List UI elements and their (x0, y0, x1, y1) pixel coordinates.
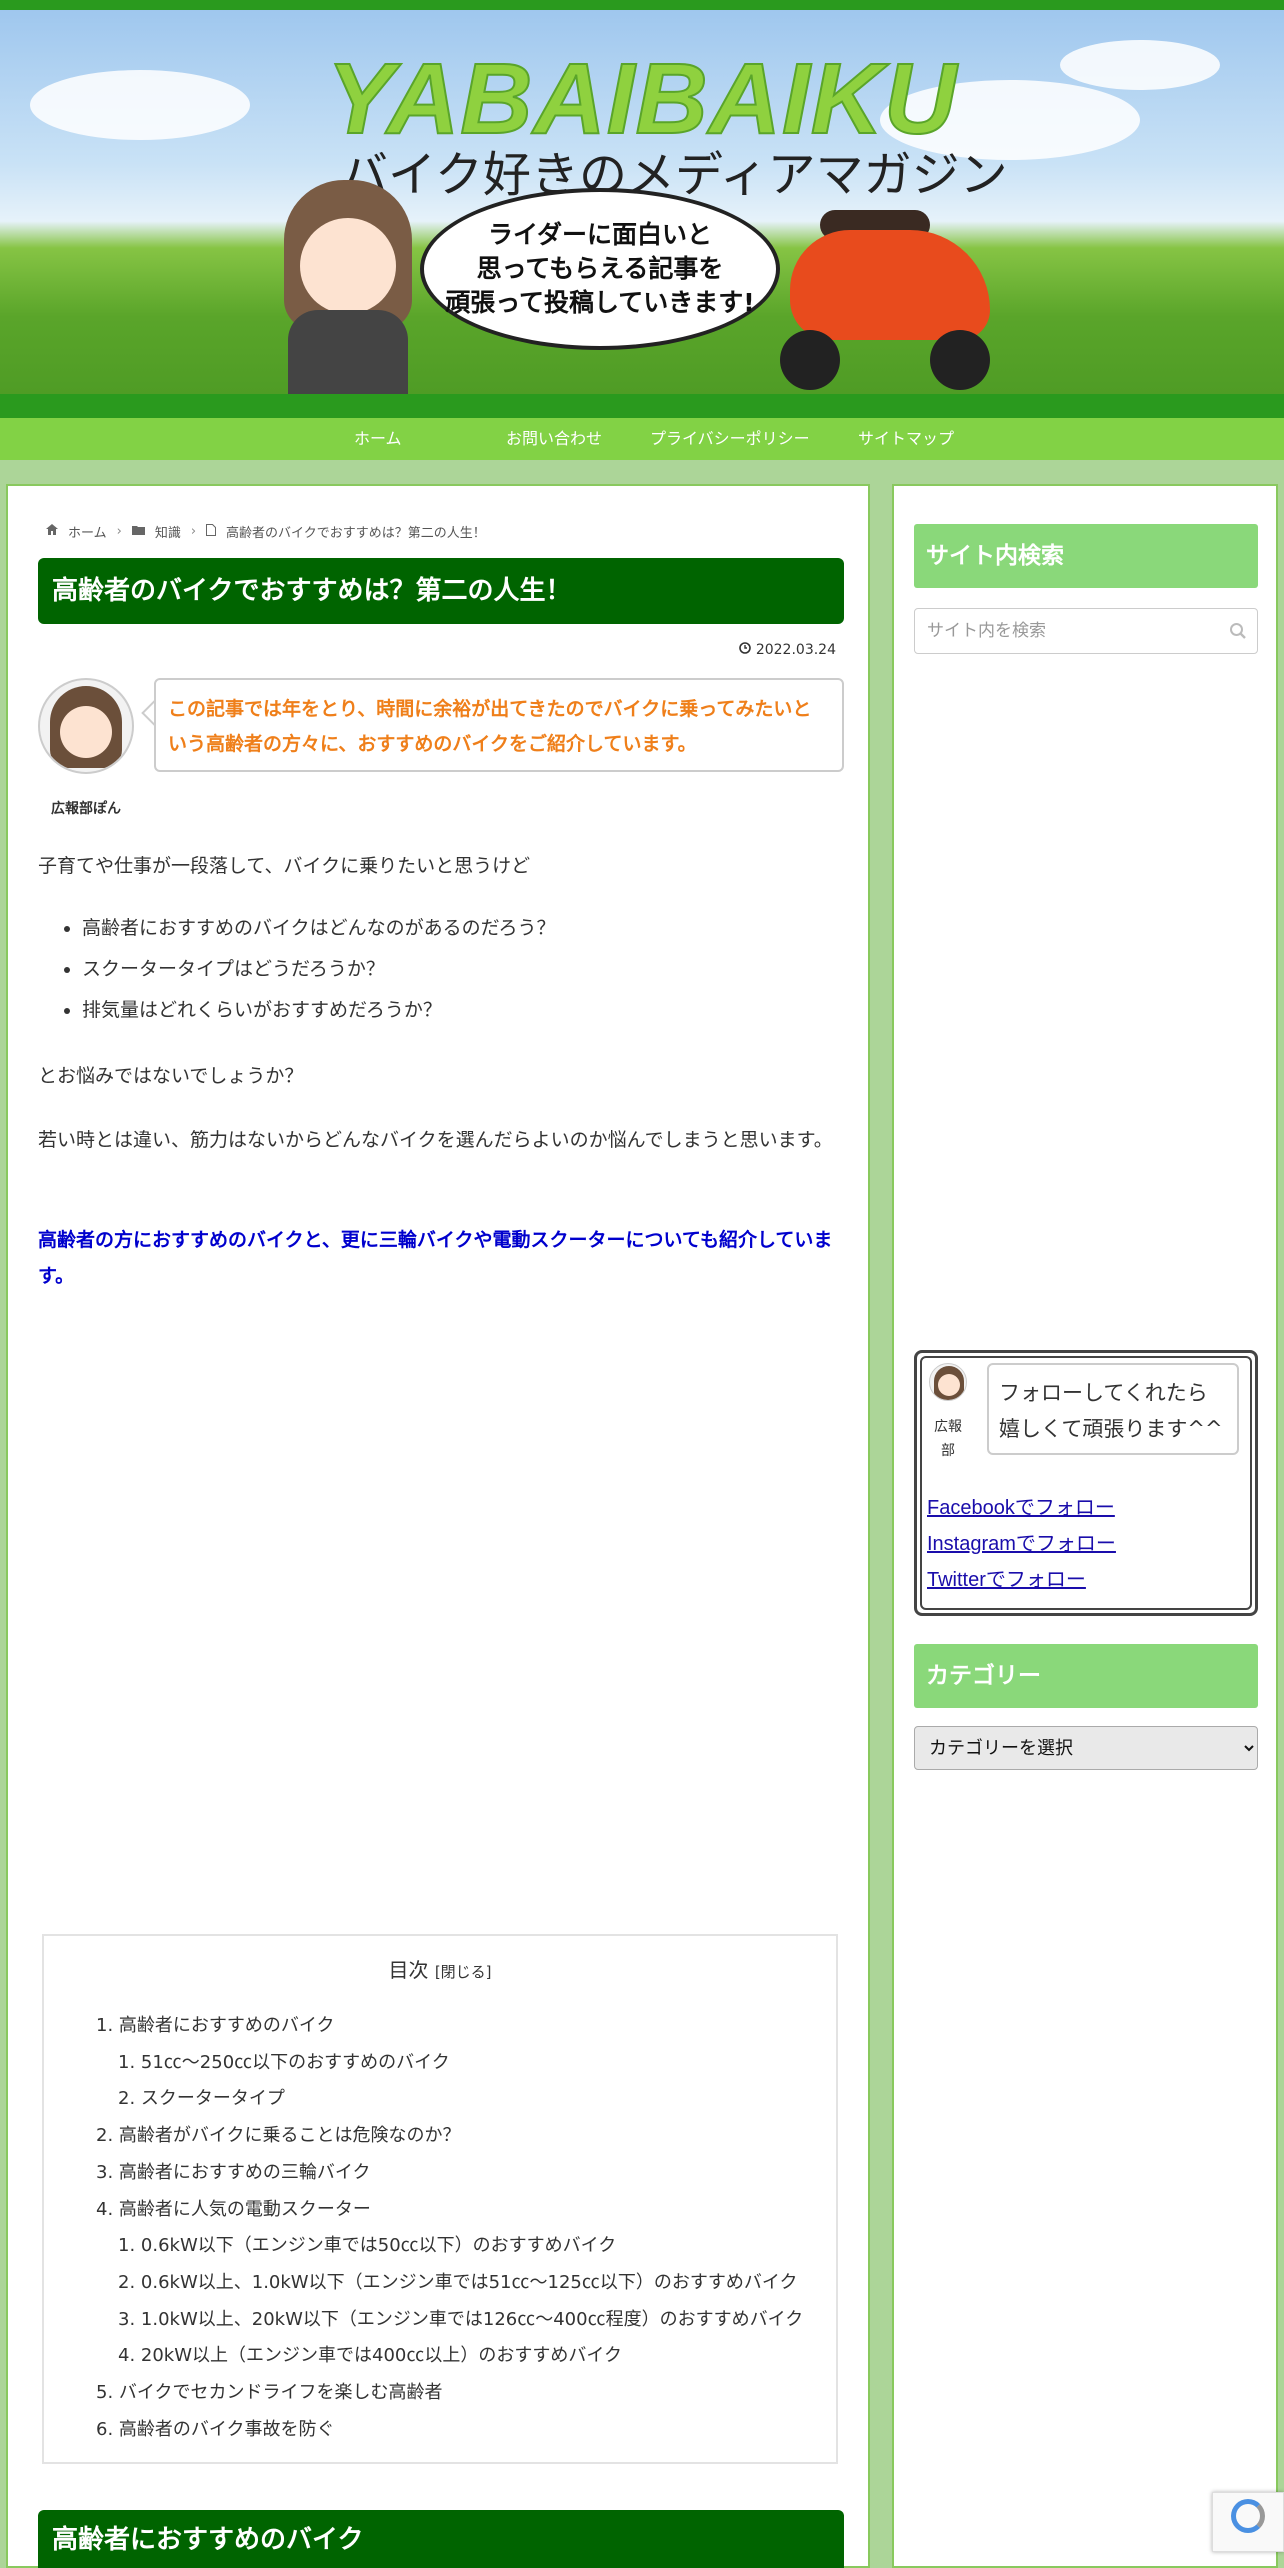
sidebar: サイト内検索 広報部 フォローしてくれたら嬉しくて頑張ります^^ Faceboo… (892, 484, 1278, 2568)
folder-icon (131, 524, 145, 539)
highlight-paragraph: 高齢者の方におすすめのバイクと、更に三輪バイクや電動スクーターについても紹介して… (38, 1229, 833, 1287)
toc-item[interactable]: 3. 高齢者におすすめの三輪バイク (96, 2155, 803, 2192)
mascot-girl-illustration (278, 180, 418, 394)
main-content: ホーム › 知識 › 高齢者のバイクでおすすめは？第二の人生！ 高齢者のバイクで… (6, 484, 870, 2568)
nav-item-home[interactable]: ホーム (354, 418, 402, 460)
category-widget-heading: カテゴリー (914, 1644, 1258, 1708)
global-nav: ホーム お問い合わせ プライバシーポリシー サイトマップ (0, 418, 1284, 460)
breadcrumb-home-link[interactable]: ホーム (68, 522, 107, 541)
clock-icon (739, 642, 755, 658)
breadcrumb-current: 高齢者のバイクでおすすめは？第二の人生！ (226, 526, 486, 541)
author-name: 広報部ぽん (51, 801, 121, 817)
author-avatar (38, 678, 134, 774)
nav-item-contact[interactable]: お問い合わせ (506, 418, 602, 460)
list-item: 高齢者におすすめのバイクはどんなのがあるのだろう？ (82, 908, 555, 949)
toc-item[interactable]: 4. 高齢者に人気の電動スクーター (96, 2192, 803, 2229)
bubble-line: 頑張って投稿していきます! (445, 288, 755, 317)
recaptcha-icon (1231, 2499, 1265, 2533)
intro-speech-bubble: この記事では年をとり、時間に余裕が出てきたのでバイクに乗ってみたいという高齢者の… (154, 678, 844, 772)
nav-item-sitemap[interactable]: サイトマップ (858, 418, 954, 460)
top-strip (0, 0, 1284, 10)
document-icon (206, 523, 217, 540)
toc-toggle-button[interactable]: [閉じる] (435, 1963, 492, 1981)
follow-author-name: 広報部 (934, 1419, 962, 1459)
breadcrumb: ホーム › 知識 › 高齢者のバイクでおすすめは？第二の人生！ (46, 522, 486, 541)
instagram-follow-link[interactable]: Instagramでフォロー (927, 1527, 1116, 1556)
chevron-right-icon: › (190, 524, 197, 539)
chevron-right-icon: › (116, 524, 122, 539)
follow-speech-bubble: フォローしてくれたら嬉しくて頑張ります^^ (987, 1363, 1239, 1455)
home-icon (46, 524, 58, 539)
table-of-contents: 目次 [閉じる] 1. 高齢者におすすめのバイク 1. 51㏄～250㏄以下のお… (42, 1934, 838, 2464)
toc-item[interactable]: 1. 0.6kW以下（エンジン車では50㏄以下）のおすすめバイク (96, 2228, 803, 2265)
article-title: 高齢者のバイクでおすすめは？第二の人生！ (38, 558, 844, 624)
post-date: 2022.03.24 (739, 642, 836, 658)
search-widget-heading: サイト内検索 (914, 524, 1258, 588)
toc-item[interactable]: 2. 0.6kW以上、1.0kW以下（エンジン車では51㏄～125㏄以下）のおす… (96, 2265, 803, 2302)
list-item: スクータータイプはどうだろうか？ (82, 949, 555, 990)
paragraph: 若い時とは違い、筋力はないからどんなバイクを選んだらよいのか悩んでしまうと思いま… (38, 1129, 833, 1151)
breadcrumb-category-link[interactable]: 知識 (155, 522, 181, 541)
section-heading: 高齢者におすすめのバイク (38, 2510, 844, 2568)
toc-item[interactable]: 2. スクータータイプ (96, 2081, 803, 2118)
list-item: 排気量はどれくらいがおすすめだろうか？ (82, 990, 555, 1031)
follow-widget: 広報部 フォローしてくれたら嬉しくて頑張ります^^ Facebookでフォロー … (914, 1350, 1258, 1616)
toc-item[interactable]: 5. バイクでセカンドライフを楽しむ高齢者 (96, 2375, 803, 2412)
toc-item[interactable]: 2. 高齢者がバイクに乗ることは危険なのか？ (96, 2118, 803, 2155)
facebook-follow-link[interactable]: Facebookでフォロー (927, 1491, 1115, 1520)
toc-item[interactable]: 6. 高齢者のバイク事故を防ぐ (96, 2412, 803, 2449)
follow-avatar (929, 1363, 967, 1401)
toc-item[interactable]: 1. 51㏄～250㏄以下のおすすめのバイク (96, 2045, 803, 2082)
bubble-line: 思ってもらえる記事を (476, 254, 724, 283)
question-list: 高齢者におすすめのバイクはどんなのがあるのだろう？ スクータータイプはどうだろう… (82, 908, 555, 1031)
toc-item[interactable]: 3. 1.0kW以上、20kW以下（エンジン車では126㏄～400㏄程度）のおす… (96, 2302, 803, 2339)
toc-title: 目次 (388, 1958, 429, 1982)
header-bottom-bar (0, 394, 1284, 418)
header-speech-bubble: ライダーに面白いと 思ってもらえる記事を 頑張って投稿していきます! (420, 188, 780, 350)
toc-list: 1. 高齢者におすすめのバイク 1. 51㏄～250㏄以下のおすすめのバイク 2… (96, 2008, 803, 2448)
category-select[interactable]: カテゴリーを選択 (914, 1726, 1258, 1770)
search-input[interactable] (915, 609, 1215, 653)
recaptcha-badge[interactable] (1212, 2492, 1284, 2552)
toc-header: 目次 [閉じる] (44, 1954, 836, 1983)
bubble-line: ライダーに面白いと (487, 220, 712, 249)
scooter-illustration (760, 190, 1010, 390)
paragraph: 子育てや仕事が一段落して、バイクに乗りたいと思うけど (38, 855, 531, 877)
twitter-follow-link[interactable]: Twitterでフォロー (927, 1563, 1086, 1592)
toc-item[interactable]: 1. 高齢者におすすめのバイク (96, 2008, 803, 2045)
post-date-text: 2022.03.24 (755, 642, 836, 658)
paragraph: とお悩みではないでしょうか？ (38, 1065, 304, 1087)
search-box (914, 608, 1258, 654)
site-header-banner[interactable]: YABAIBAIKU バイク好きのメディアマガジン ライダーに面白いと 思っても… (0, 10, 1284, 394)
toc-item[interactable]: 4. 20kW以上（エンジン車では400㏄以上）のおすすめバイク (96, 2338, 803, 2375)
nav-item-privacy[interactable]: プライバシーポリシー (650, 418, 810, 460)
search-icon[interactable] (1229, 622, 1247, 640)
